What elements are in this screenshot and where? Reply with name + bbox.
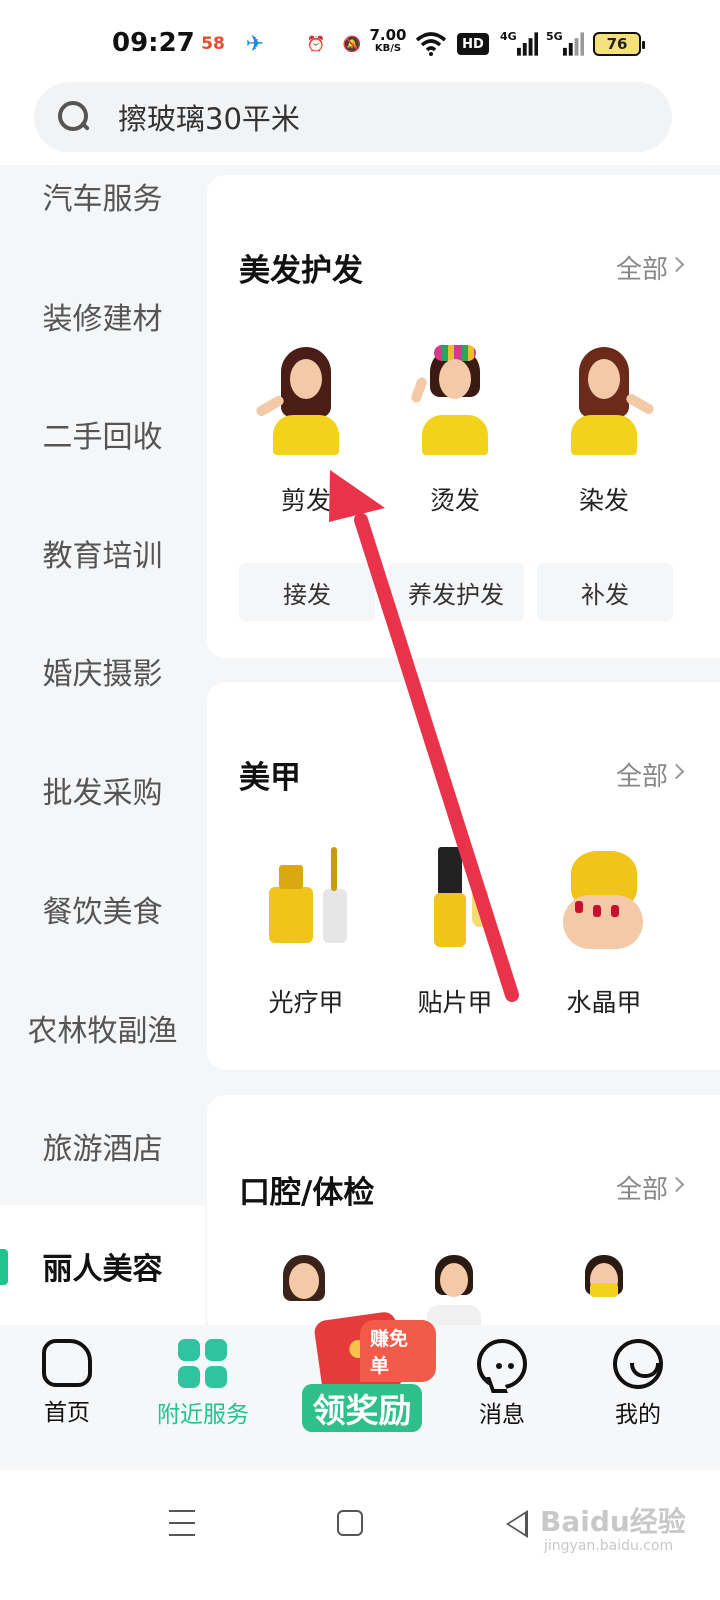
chevron-right-icon <box>668 256 685 273</box>
section-title: 口腔/体检 <box>239 1175 375 1211</box>
press-on-nail-icon <box>400 847 510 957</box>
category-press-on-nail[interactable]: 贴片甲 <box>390 847 520 1019</box>
nav-label: 首页 <box>44 1400 90 1426</box>
sidebar-item-wedding[interactable]: 婚庆摄影 <box>0 612 205 730</box>
category-label: 烫发 <box>429 486 480 515</box>
nav-messages[interactable]: 消息 <box>437 1325 567 1429</box>
home-square-icon[interactable] <box>337 1510 363 1536</box>
nav-home[interactable]: 首页 <box>2 1325 132 1427</box>
search-icon <box>56 99 92 135</box>
section-all-link[interactable]: 全部 <box>616 249 668 286</box>
home-icon <box>42 1339 92 1387</box>
sidebar-item-education[interactable]: 教育培训 <box>0 494 205 612</box>
category-label: 染发 <box>578 486 629 515</box>
alarm-icon: ⏰ <box>306 35 326 53</box>
section-nails: 美甲 全部 光疗甲 贴片甲 水晶甲 <box>207 682 720 1070</box>
tag-hair-extension[interactable]: 接发 <box>239 563 375 621</box>
sidebar-item-agriculture[interactable]: 农林牧副渔 <box>0 969 205 1087</box>
category-hair-dye[interactable]: 染发 <box>539 345 669 517</box>
sidebar-item-label: 装修建材 <box>42 302 163 337</box>
hair-dye-icon <box>549 345 659 455</box>
sidebar-item-label: 丽人美容 <box>42 1252 163 1287</box>
signal-5g-icon: 5G <box>546 30 584 58</box>
signal-4g-label: 4G <box>500 30 517 43</box>
baidu-watermark-url: jingyan.baidu.com <box>544 1538 674 1554</box>
masked-person-icon <box>569 1255 639 1325</box>
sidebar-item-travel[interactable]: 旅游酒店 <box>0 1087 205 1205</box>
section-dental-checkup: 口腔/体检 全部 <box>207 1095 720 1335</box>
reward-label: 领奖励 <box>302 1384 422 1432</box>
section-title: 美甲 <box>239 760 301 796</box>
profile-icon <box>613 1339 663 1389</box>
baidu-watermark: Baidu经验 <box>540 1505 686 1538</box>
network-speed-value: 7.00 <box>369 26 407 44</box>
battery-icon: 76 <box>593 32 645 56</box>
status-bar: 09:27 58 ✈ ⏰ 🔕 7.00 KB/S HD 4G 5G 76 <box>0 0 720 80</box>
sidebar-item-food[interactable]: 餐饮美食 <box>0 850 205 968</box>
sidebar-item-recycling[interactable]: 二手回收 <box>0 375 205 493</box>
signal-5g-label: 5G <box>546 30 563 43</box>
category-label: 水晶甲 <box>566 988 642 1017</box>
perm-icon <box>400 345 510 455</box>
category-label: 光疗甲 <box>268 988 344 1017</box>
search-query: 擦玻璃30平米 <box>118 102 300 136</box>
gel-nail-icon <box>251 847 361 957</box>
wifi-icon <box>413 30 449 58</box>
sidebar-item-label: 旅游酒店 <box>42 1132 163 1167</box>
category-label: 剪发 <box>280 486 331 515</box>
recent-apps-icon[interactable] <box>163 1504 203 1544</box>
back-icon[interactable] <box>506 1510 528 1538</box>
chevron-right-icon <box>668 763 685 780</box>
sidebar-item-label: 婚庆摄影 <box>42 657 163 692</box>
sidebar-item-label: 农林牧副渔 <box>27 1014 178 1049</box>
category-gel-nail[interactable]: 光疗甲 <box>241 847 371 1019</box>
tag-hair-patch[interactable]: 补发 <box>537 563 673 621</box>
section-all-link[interactable]: 全部 <box>616 1169 668 1206</box>
nav-label: 附近服务 <box>157 1402 249 1428</box>
grid-icon <box>178 1339 228 1389</box>
chevron-right-icon <box>668 1176 685 1193</box>
sidebar-item-label: 教育培训 <box>42 539 163 574</box>
category-crystal-nail[interactable]: 水晶甲 <box>539 847 669 1019</box>
category-perm[interactable]: 烫发 <box>390 345 520 517</box>
category-label: 贴片甲 <box>417 988 493 1017</box>
nav-label: 消息 <box>479 1402 525 1428</box>
sidebar-item-wholesale[interactable]: 批发采购 <box>0 731 205 849</box>
sidebar-item-label: 汽车服务 <box>42 182 163 217</box>
free-order-badge: 赚免单 <box>360 1320 436 1382</box>
section-title: 美发护发 <box>239 253 363 289</box>
notification-app-icon: ✈ <box>245 31 265 57</box>
signal-4g-icon: 4G <box>500 30 538 58</box>
nav-profile[interactable]: 我的 <box>573 1325 703 1429</box>
crystal-nail-icon <box>549 847 659 957</box>
sidebar-item-label: 二手回收 <box>42 420 163 455</box>
app-58-icon: 58 <box>201 34 225 54</box>
status-time: 09:27 <box>112 28 195 58</box>
message-icon <box>477 1339 527 1389</box>
haircut-icon <box>251 345 361 455</box>
reward-button[interactable]: 赚免单 领奖励 <box>296 1302 436 1432</box>
nav-label: 我的 <box>615 1402 661 1428</box>
section-hair: 美发护发 全部 剪发 烫发 染发 接发 养发护发 补发 <box>207 175 720 658</box>
tag-hair-care[interactable]: 养发护发 <box>388 563 524 621</box>
category-haircut[interactable]: 剪发 <box>241 345 371 517</box>
sidebar-item-renovation[interactable]: 装修建材 <box>0 257 205 375</box>
sidebar-item-label: 餐饮美食 <box>42 895 163 930</box>
hd-icon: HD <box>457 33 489 55</box>
network-speed: 7.00 KB/S <box>368 28 408 56</box>
sidebar-item-label: 批发采购 <box>42 776 163 811</box>
category-sidebar: 汽车服务 装修建材 二手回收 教育培训 婚庆摄影 批发采购 餐饮美食 农林牧副渔… <box>0 165 205 1325</box>
sidebar-item-car-service[interactable]: 汽车服务 <box>0 137 205 255</box>
mute-bell-icon: 🔕 <box>342 35 362 53</box>
sidebar-item-beauty-selected[interactable]: 丽人美容 <box>0 1207 205 1325</box>
section-all-link[interactable]: 全部 <box>616 756 668 793</box>
nav-nearby-services[interactable]: 附近服务 <box>138 1325 268 1429</box>
network-speed-unit: KB/S <box>374 43 402 54</box>
